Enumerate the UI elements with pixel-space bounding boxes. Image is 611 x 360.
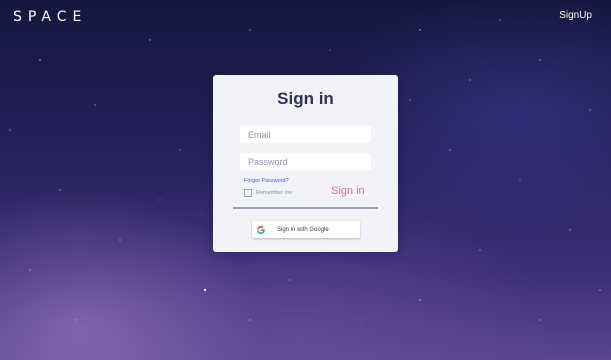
remember-me-row[interactable]: Remember me <box>244 189 292 197</box>
remember-me-label: Remember me <box>256 190 293 196</box>
google-signin-label: Sign in with Google <box>277 226 329 233</box>
google-g-icon <box>257 225 265 234</box>
signin-button[interactable]: Sign in <box>331 185 365 197</box>
forgot-password-link[interactable]: Forgot Password? <box>244 178 289 184</box>
google-signin-button[interactable]: Sign in with Google <box>252 221 360 238</box>
email-input[interactable] <box>240 126 371 143</box>
password-input[interactable] <box>240 153 371 170</box>
top-bar: SPACE SignUp <box>0 0 611 36</box>
remember-me-checkbox[interactable] <box>244 189 252 197</box>
space-logo[interactable]: SPACE <box>13 9 87 25</box>
signin-title: Sign in <box>277 89 334 108</box>
divider <box>233 207 378 209</box>
signin-card: Sign in Forgot Password? Remember me Sig… <box>213 75 398 252</box>
signup-link[interactable]: SignUp <box>559 10 592 21</box>
